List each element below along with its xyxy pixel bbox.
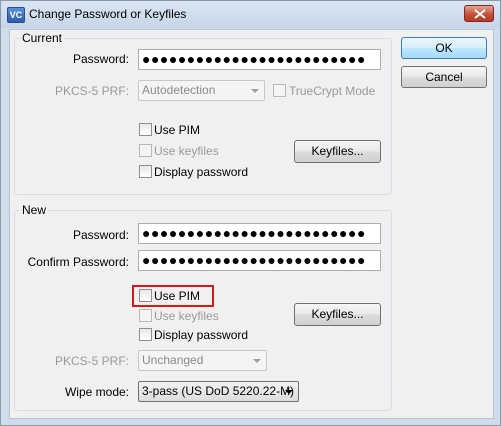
truecrypt-mode-checkbox[interactable] — [273, 84, 286, 97]
new-use-pim-checkbox[interactable] — [139, 289, 152, 302]
current-keyfiles-button[interactable]: Keyfiles... — [294, 140, 381, 163]
current-password-label: Password: — [72, 52, 129, 66]
cancel-button[interactable]: Cancel — [401, 66, 487, 88]
close-icon — [474, 9, 486, 19]
current-use-pim-label: Use PIM — [154, 123, 201, 137]
current-prf-value: Autodetection — [142, 83, 216, 97]
wipe-mode-label: Wipe mode: — [64, 385, 129, 399]
current-use-keyfiles-checkbox[interactable] — [139, 144, 152, 157]
current-prf-label: PKCS-5 PRF: — [54, 84, 129, 98]
veracrypt-app-icon: VC — [7, 7, 25, 23]
truecrypt-mode-label: TrueCrypt Mode — [289, 84, 376, 98]
new-display-password-checkbox[interactable] — [139, 328, 152, 341]
new-password-label: Password: — [72, 228, 129, 242]
wipe-mode-value: 3-pass (US DoD 5220.22-M) — [142, 384, 295, 398]
new-legend: New — [20, 203, 49, 217]
new-password-field[interactable]: ●●●●●●●●●●●●●●●●●●●●●●●●● — [138, 223, 381, 244]
current-display-password-checkbox[interactable] — [139, 165, 152, 178]
new-display-password-label: Display password — [154, 328, 249, 342]
new-use-keyfiles-checkbox[interactable] — [139, 309, 152, 322]
current-legend: Current — [20, 31, 65, 45]
close-button[interactable] — [464, 5, 494, 22]
dialog-client-area: Current Password: ●●●●●●●●●●●●●●●●●●●●●●… — [9, 29, 494, 419]
chevron-down-icon — [251, 89, 259, 93]
current-prf-select[interactable]: Autodetection — [138, 80, 265, 101]
current-display-password-label: Display password — [154, 165, 249, 179]
new-keyfiles-button[interactable]: Keyfiles... — [294, 303, 381, 326]
chevron-down-icon — [285, 390, 293, 394]
new-use-keyfiles-label: Use keyfiles — [154, 309, 219, 323]
current-use-pim-checkbox[interactable] — [139, 123, 152, 136]
ok-button[interactable]: OK — [401, 37, 487, 59]
new-use-pim-label: Use PIM — [154, 289, 201, 303]
title-bar[interactable]: VC Change Password or Keyfiles — [1, 1, 500, 28]
confirm-password-field[interactable]: ●●●●●●●●●●●●●●●●●●●●●●●●● — [138, 250, 381, 271]
new-prf-label: PKCS-5 PRF: — [54, 354, 129, 368]
window-title: Change Password or Keyfiles — [29, 7, 187, 21]
current-password-field[interactable]: ●●●●●●●●●●●●●●●●●●●●●●●●● — [138, 49, 381, 70]
dialog-window: VC Change Password or Keyfiles Current P… — [0, 0, 501, 426]
chevron-down-icon — [253, 359, 261, 363]
wipe-mode-select[interactable]: 3-pass (US DoD 5220.22-M) — [138, 381, 299, 402]
new-prf-select[interactable]: Unchanged — [138, 350, 267, 371]
current-use-keyfiles-label: Use keyfiles — [154, 144, 219, 158]
new-prf-value: Unchanged — [142, 353, 204, 367]
confirm-password-label: Confirm Password: — [27, 255, 129, 269]
